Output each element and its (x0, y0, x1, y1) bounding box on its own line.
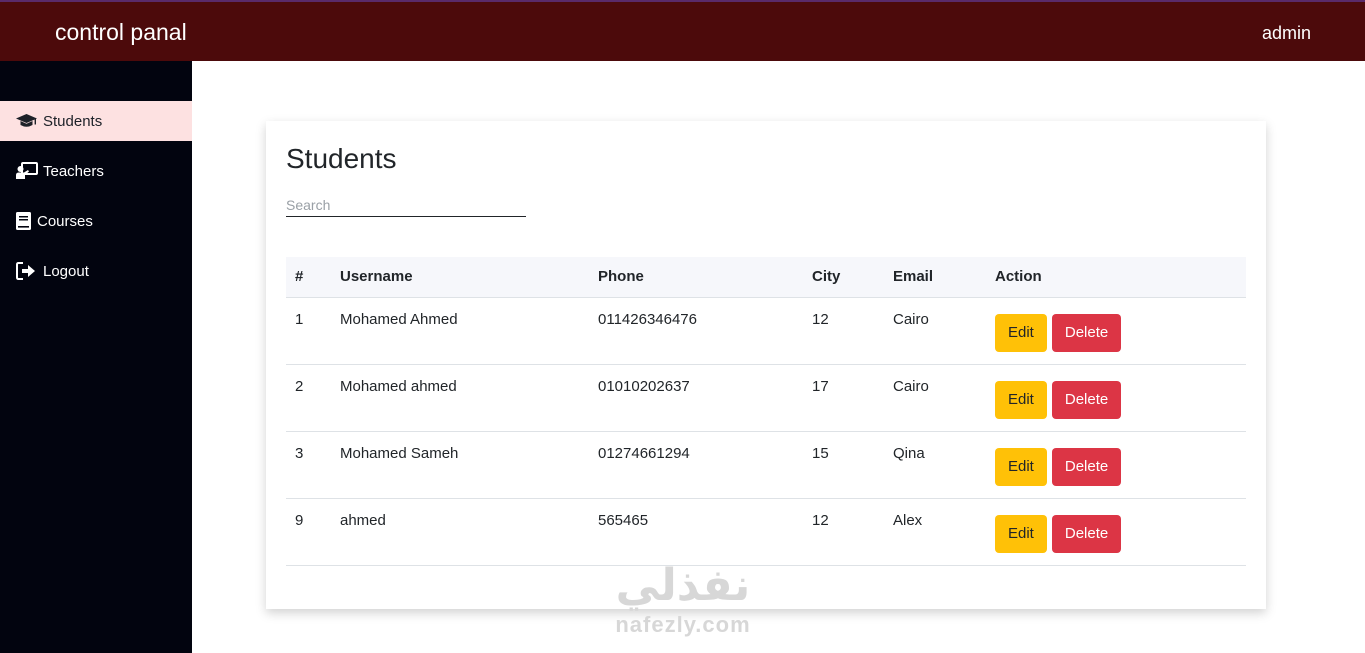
sidebar-item-teachers[interactable]: Teachers (0, 151, 192, 191)
cell-city: 12 (803, 297, 884, 365)
column-header-username: Username (331, 257, 589, 298)
cell-email: Cairo (884, 364, 986, 432)
students-table: # Username Phone City Email Action 1 Moh… (286, 257, 1246, 566)
column-header-city: City (803, 257, 884, 298)
cell-phone: 01274661294 (589, 431, 803, 499)
user-menu[interactable]: admin (1262, 23, 1311, 44)
cell-action: Edit Delete (986, 297, 1246, 365)
sidebar-item-label: Teachers (43, 162, 104, 180)
chalkboard-teacher-icon (16, 162, 38, 180)
delete-button[interactable]: Delete (1051, 514, 1122, 553)
cell-username: ahmed (331, 498, 589, 566)
column-header-id: # (286, 257, 331, 298)
cell-action: Edit Delete (986, 431, 1246, 499)
column-header-email: Email (884, 257, 986, 298)
column-header-phone: Phone (589, 257, 803, 298)
delete-button[interactable]: Delete (1051, 447, 1122, 486)
sidebar-item-courses[interactable]: Courses (0, 201, 192, 241)
book-icon (16, 212, 32, 230)
search-input[interactable] (286, 194, 526, 217)
table-row: 2 Mohamed ahmed 01010202637 17 Cairo Edi… (286, 364, 1246, 432)
sidebar-item-logout[interactable]: Logout (0, 251, 192, 291)
cell-email: Alex (884, 498, 986, 566)
cell-phone: 565465 (589, 498, 803, 566)
cell-action: Edit Delete (986, 498, 1246, 566)
cell-city: 12 (803, 498, 884, 566)
edit-button[interactable]: Edit (995, 380, 1047, 419)
cell-username: Mohamed Sameh (331, 431, 589, 499)
cell-phone: 01010202637 (589, 364, 803, 432)
cell-action: Edit Delete (986, 364, 1246, 432)
edit-button[interactable]: Edit (995, 447, 1047, 486)
page-title: Students (286, 143, 397, 174)
edit-button[interactable]: Edit (995, 313, 1047, 352)
students-card: Students # Username Phone City Email Act… (266, 121, 1266, 609)
graduation-cap-icon (16, 112, 38, 130)
table-row: 9 ahmed 565465 12 Alex Edit Delete (286, 498, 1246, 566)
table-row: 3 Mohamed Sameh 01274661294 15 Qina Edit… (286, 431, 1246, 499)
sidebar: Students Teachers Courses Logout (0, 61, 192, 653)
cell-id: 3 (286, 431, 331, 499)
cell-email: Cairo (884, 297, 986, 365)
watermark-latin: nafezly.com (615, 612, 751, 637)
cell-city: 15 (803, 431, 884, 499)
delete-button[interactable]: Delete (1051, 313, 1122, 352)
cell-phone: 011426346476 (589, 297, 803, 365)
cell-city: 17 (803, 364, 884, 432)
sidebar-item-students[interactable]: Students (0, 101, 192, 141)
delete-button[interactable]: Delete (1051, 380, 1122, 419)
app-title[interactable]: control panal (55, 19, 187, 46)
sidebar-item-label: Students (43, 112, 103, 130)
top-navbar: control panal admin (0, 0, 1365, 61)
sidebar-item-label: Logout (43, 262, 89, 280)
column-header-action: Action (986, 257, 1246, 298)
cell-username: Mohamed ahmed (331, 364, 589, 432)
cell-id: 9 (286, 498, 331, 566)
table-header-row: # Username Phone City Email Action (286, 257, 1246, 298)
edit-button[interactable]: Edit (995, 514, 1047, 553)
table-row: 1 Mohamed Ahmed 011426346476 12 Cairo Ed… (286, 297, 1246, 365)
cell-id: 1 (286, 297, 331, 365)
cell-username: Mohamed Ahmed (331, 297, 589, 365)
cell-email: Qina (884, 431, 986, 499)
sidebar-item-label: Courses (37, 212, 93, 230)
cell-id: 2 (286, 364, 331, 432)
sign-out-icon (16, 262, 38, 280)
